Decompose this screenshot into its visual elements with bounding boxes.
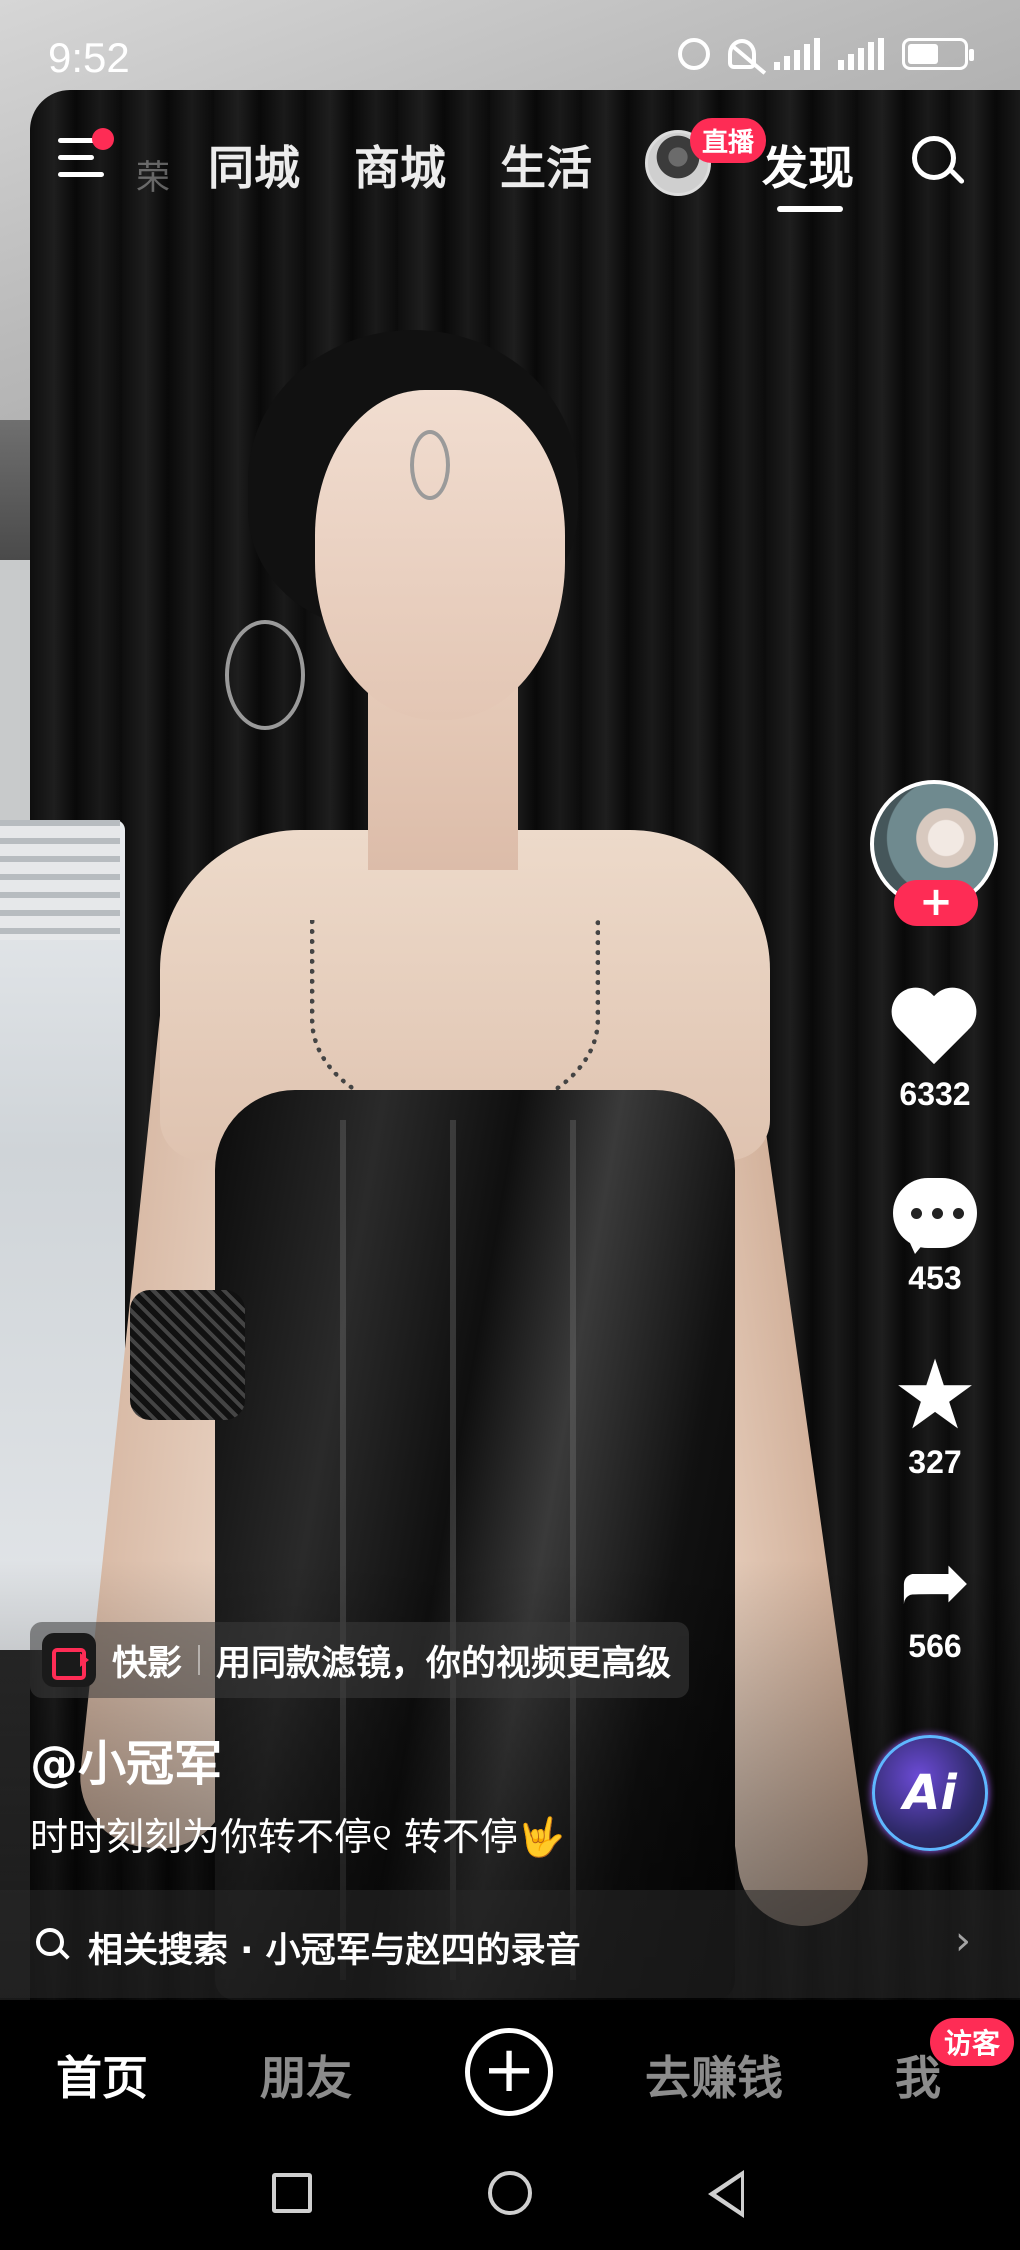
- visitor-badge: 访客: [930, 2018, 1015, 2066]
- tab-earn[interactable]: 去赚钱: [645, 2042, 783, 2108]
- tab-faxian[interactable]: 发现: [762, 132, 854, 198]
- kuaiying-app-name: 快影: [112, 1643, 183, 1684]
- related-search-text: 相关搜索 · 小冠军与赵四的录音: [88, 1931, 581, 1971]
- back-icon[interactable]: [708, 2170, 744, 2218]
- kuaiying-promo-text: 用同款滤镜，你的视频更高级: [216, 1643, 672, 1684]
- related-search-bar[interactable]: 相关搜索 · 小冠军与赵四的录音 ›: [0, 1890, 1020, 1998]
- tab-shangcheng[interactable]: 商城: [354, 132, 446, 198]
- search-icon: [36, 1928, 70, 1962]
- home-icon[interactable]: [488, 2171, 532, 2215]
- status-icons: [678, 38, 974, 70]
- top-nav: 荣 同城 商城 生活 直播 发现: [0, 118, 1020, 230]
- system-nav-bar: [0, 2140, 1020, 2250]
- share-icon: ➦: [898, 1532, 972, 1632]
- signal-icon: [774, 38, 820, 70]
- tab-friends[interactable]: 朋友: [260, 2042, 352, 2108]
- tab-shenghuo[interactable]: 生活: [500, 132, 592, 198]
- like-count: 6332: [899, 1076, 971, 1112]
- favorite-count: 327: [908, 1444, 962, 1480]
- ai-button[interactable]: Ai: [872, 1735, 988, 1851]
- live-badge[interactable]: 直播: [690, 118, 767, 163]
- chevron-right-icon: ›: [955, 1918, 971, 1964]
- heart-icon: [892, 990, 978, 1070]
- kuaiying-logo-icon: [42, 1633, 96, 1687]
- alarm-icon: [678, 38, 710, 70]
- active-tab-indicator: [777, 206, 843, 212]
- like-button[interactable]: 6332: [860, 990, 1010, 1113]
- star-icon: ★: [891, 1339, 979, 1451]
- status-time: 9:52: [48, 34, 130, 81]
- share-button[interactable]: ➦ 566: [860, 1532, 1010, 1665]
- kuaiying-banner[interactable]: 快影 用同款滤镜，你的视频更高级: [30, 1622, 690, 1698]
- recents-icon[interactable]: [272, 2173, 312, 2213]
- post-caption[interactable]: 时时刻刻为你转不停୧ 转不停🤟: [30, 1806, 565, 1861]
- search-icon[interactable]: [912, 136, 966, 190]
- battery-icon: [902, 38, 974, 70]
- follow-button[interactable]: +: [894, 880, 978, 926]
- comment-button[interactable]: 453: [860, 1178, 1010, 1297]
- bottom-tab-bar: 首页 朋友 + 去赚钱 我 访客: [0, 2000, 1020, 2140]
- share-count: 566: [908, 1628, 962, 1664]
- comment-icon: [893, 1178, 977, 1254]
- signal-icon-2: [838, 38, 884, 70]
- tab-home[interactable]: 首页: [56, 2042, 148, 2108]
- notification-dot: [92, 128, 114, 150]
- create-button[interactable]: +: [465, 2028, 553, 2116]
- mute-icon: [728, 39, 756, 69]
- tab-tongcheng[interactable]: 同城: [208, 132, 300, 198]
- comment-count: 453: [908, 1260, 962, 1296]
- tab-faded[interactable]: 荣: [136, 150, 170, 199]
- author-name[interactable]: @小冠军: [30, 1724, 222, 1794]
- divider: [198, 1645, 201, 1675]
- status-bar: 9:52: [0, 0, 1020, 120]
- favorite-button[interactable]: ★ 327: [860, 1339, 1010, 1481]
